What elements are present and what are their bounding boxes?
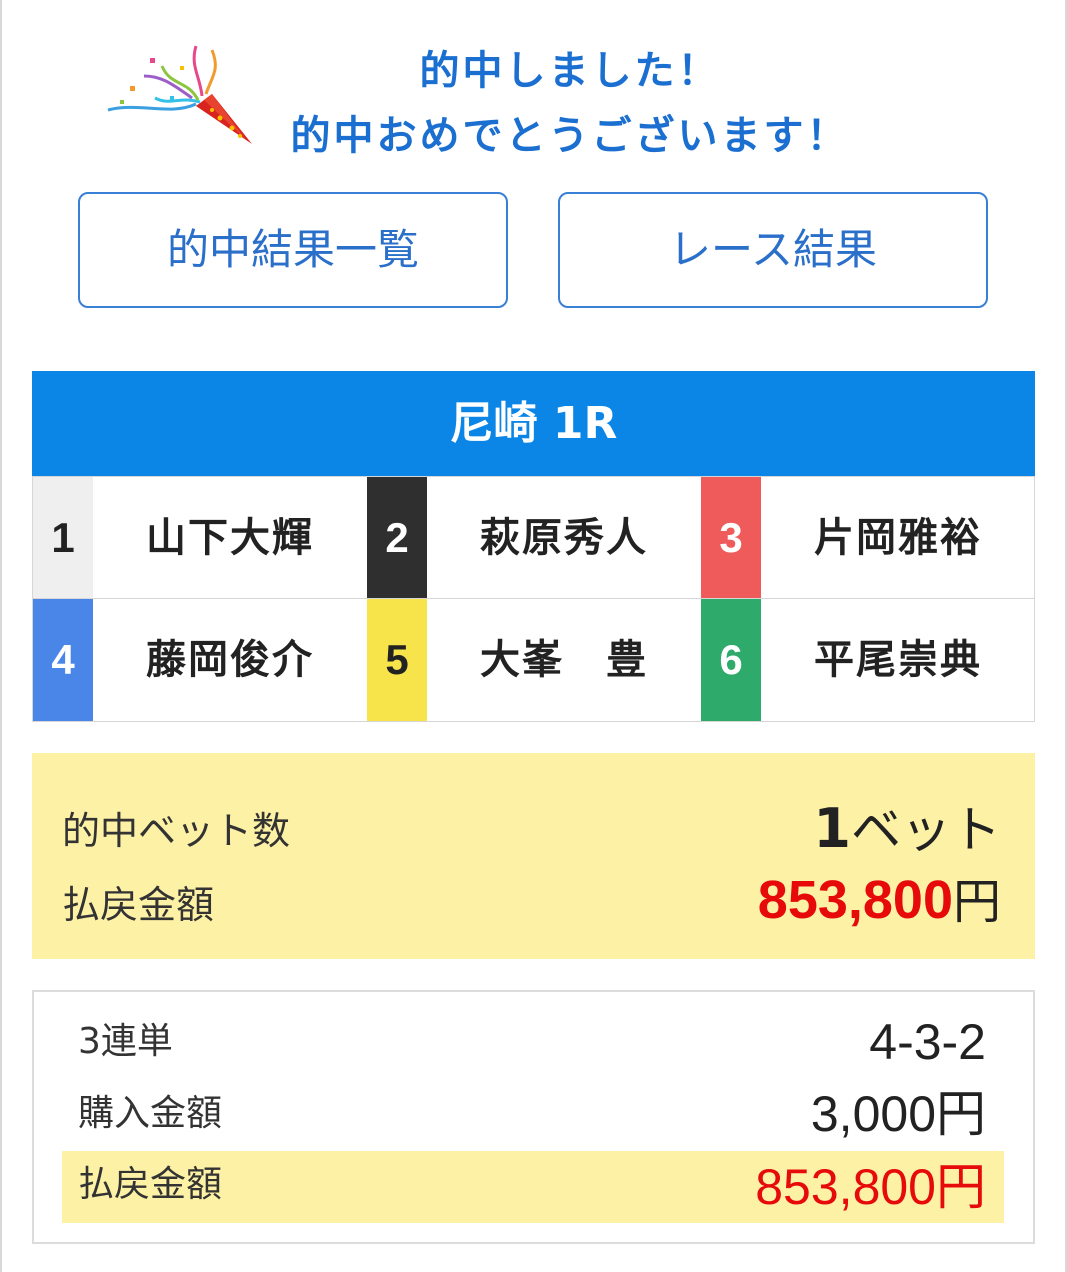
congrats-message: 的中おめでとうございます！ (290, 113, 850, 159)
racer-number: 1 (33, 477, 93, 598)
bet-count-value: 1ベット (813, 790, 1001, 862)
racer-cell: 6 平尾崇典 (701, 599, 1035, 721)
racer-cell: 4 藤岡俊介 (33, 599, 367, 721)
bet-count-unit: ベット (851, 801, 1001, 859)
purchase-amount: 3,000円 (810, 1086, 986, 1142)
frame-left-border (0, 0, 2, 1272)
racer-name: 大峯 豊 (480, 637, 648, 683)
racer-cell: 1 山下大輝 (33, 477, 367, 599)
racer-name: 藤岡俊介 (146, 637, 314, 683)
racer-name: 萩原秀人 (480, 515, 648, 561)
payout-value: 853,800円 (758, 862, 1001, 932)
bet-type-label: 3連単 (78, 1021, 173, 1062)
hit-results-list-button[interactable]: 的中結果一覧 (78, 192, 508, 308)
detail-payout-label: 払戻金額 (78, 1164, 223, 1205)
racer-cell: 3 片岡雅裕 (701, 477, 1035, 599)
racer-number: 2 (367, 477, 427, 598)
racer-name: 片岡雅裕 (814, 515, 982, 561)
racer-name: 平尾崇典 (814, 637, 982, 683)
purchase-row: 購入金額 3,000円 (62, 1078, 1004, 1150)
bet-count-number: 1 (813, 797, 851, 860)
racer-number: 6 (701, 599, 761, 721)
racer-number: 5 (367, 599, 427, 721)
payout-amount: 853,800 (757, 870, 953, 930)
bet-combination: 4-3-2 (869, 1014, 986, 1070)
racer-cell: 5 大峯 豊 (367, 599, 701, 721)
race-results-button[interactable]: レース結果 (558, 192, 988, 308)
race-title: 尼崎 1R (32, 371, 1035, 476)
party-popper-icon (100, 36, 270, 156)
racer-name: 山下大輝 (146, 515, 314, 561)
detail-payout-row: 払戻金額 853,800円 (62, 1151, 1004, 1223)
detail-payout-amount: 853,800円 (755, 1159, 986, 1215)
bet-count-label: 的中ベット数 (62, 809, 291, 853)
racer-grid: 1 山下大輝 2 萩原秀人 3 片岡雅裕 4 藤岡俊介 5 大峯 豊 6 平尾崇… (32, 476, 1035, 722)
racer-number: 4 (33, 599, 93, 721)
bet-type-row: 3連単 4-3-2 (62, 1006, 1004, 1078)
racer-cell: 2 萩原秀人 (367, 477, 701, 599)
payout-label: 払戻金額 (62, 883, 215, 927)
hit-message: 的中しました！ (419, 48, 721, 94)
racer-number: 3 (701, 477, 761, 598)
payout-unit: 円 (952, 874, 1001, 930)
purchase-label: 購入金額 (78, 1093, 223, 1134)
